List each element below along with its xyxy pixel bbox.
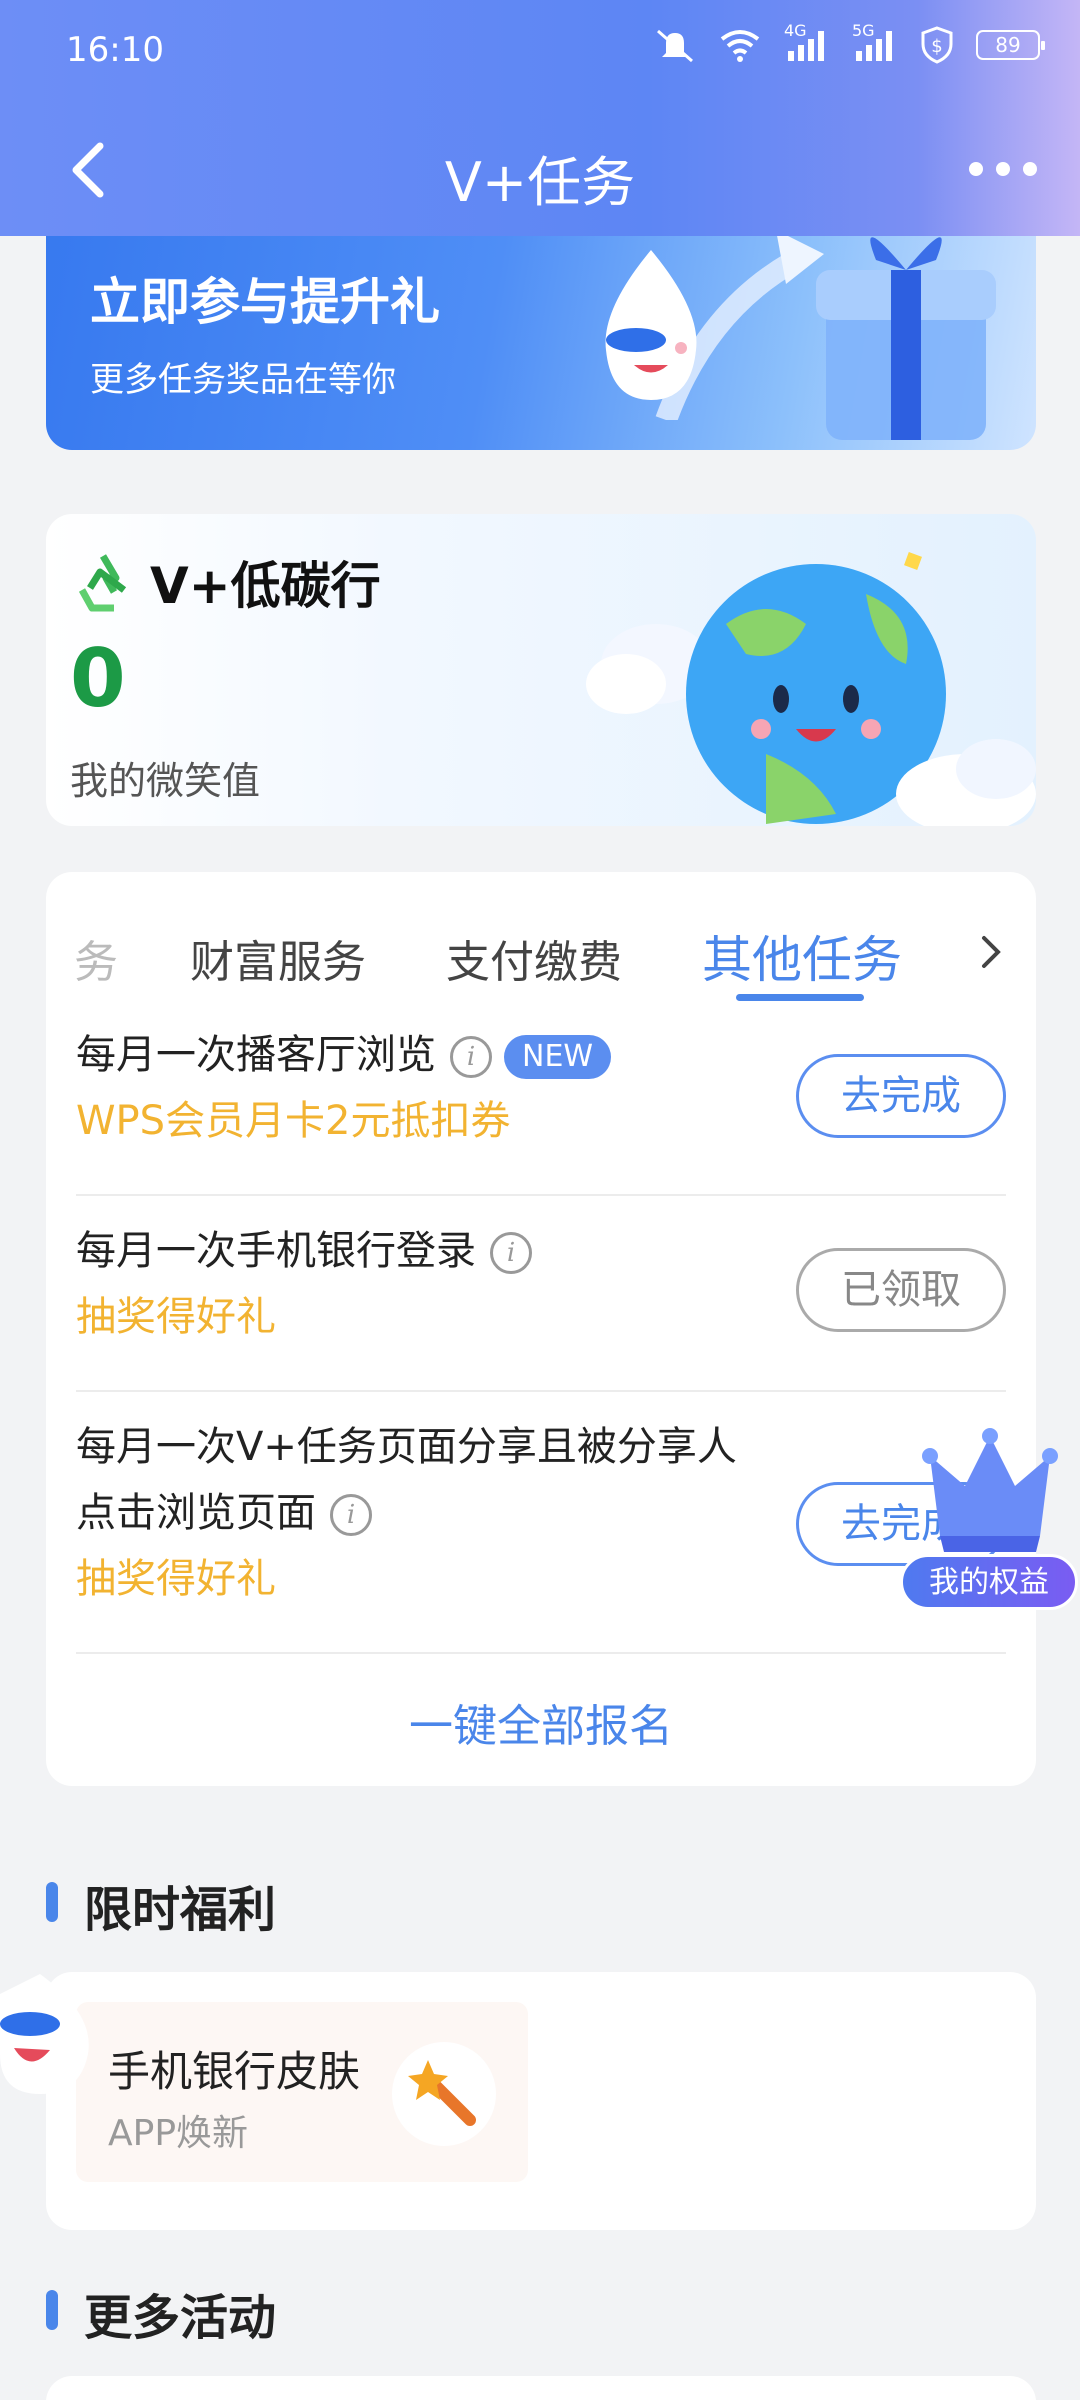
banner-title: 立即参与提升礼: [90, 273, 440, 331]
low-carbon-card[interactable]: V+低碳行 0 我的微笑值: [46, 514, 1036, 826]
tasks-card: 务 财富服务 支付缴费 其他任务 每月一次播客厅浏览 i NEW WPS会员月卡2元…: [46, 872, 1036, 1786]
security-shield-icon: $: [921, 26, 953, 64]
claimed-button[interactable]: 已领取: [796, 1248, 1006, 1332]
go-complete-button[interactable]: 去完成: [796, 1054, 1006, 1138]
more-options-icon[interactable]: [966, 154, 1040, 184]
tab-partial[interactable]: 务: [74, 926, 118, 990]
section-title-more: 更多活动: [46, 2278, 276, 2348]
sign-up-all-button[interactable]: 一键全部报名: [46, 1690, 1036, 1754]
task-name: 每月一次播客厅浏览: [76, 1032, 436, 1078]
divider: [76, 1194, 1006, 1196]
signal-4g-icon: 4G: [784, 21, 830, 63]
divider: [76, 1390, 1006, 1392]
promo-banner[interactable]: 立即参与提升礼 更多任务奖品在等你: [46, 200, 1036, 450]
status-time: 16:10: [66, 30, 164, 70]
page-title: V+任务: [444, 151, 636, 214]
chevron-right-icon[interactable]: [976, 932, 1006, 972]
task-item: 每月一次V+任务页面分享且被分享人 点击浏览页面 i 抽奖得好礼 去完成: [76, 1414, 1006, 1624]
info-icon[interactable]: i: [330, 1494, 372, 1536]
tab-payment[interactable]: 支付缴费: [446, 926, 622, 990]
magic-wand-icon: [392, 2042, 496, 2146]
nav-bar: V+任务: [0, 120, 1080, 220]
app-skin-item[interactable]: 手机银行皮肤 APP焕新: [76, 2002, 528, 2182]
my-rights-badge: 我的权益: [900, 1554, 1078, 1610]
mute-icon: [657, 29, 693, 63]
section-title-welfare: 限时福利: [46, 1870, 276, 1940]
crown-icon: [922, 1428, 1058, 1552]
my-rights-float[interactable]: 我的权益: [900, 1426, 1080, 1616]
task-name-line-1: 每月一次V+任务页面分享且被分享人: [76, 1424, 737, 1470]
tab-wealth-service[interactable]: 财富服务: [190, 926, 366, 990]
task-item: 每月一次手机银行登录 i 抽奖得好礼 已领取: [76, 1218, 1006, 1358]
new-badge: NEW: [504, 1035, 612, 1079]
task-item: 每月一次播客厅浏览 i NEW WPS会员月卡2元抵扣券 去完成: [76, 1022, 1006, 1162]
wifi-icon: [720, 30, 760, 62]
skin-subtitle: APP焕新: [108, 2113, 249, 2154]
battery-icon: 89: [976, 30, 1045, 60]
skin-title: 手机银行皮肤: [108, 2047, 361, 2096]
svg-text:$: $: [931, 36, 942, 57]
tab-other-tasks[interactable]: 其他任务: [702, 920, 902, 992]
active-tab-indicator: [736, 994, 864, 1001]
welfare-card: 手机银行皮肤 APP焕新: [46, 1972, 1036, 2230]
info-icon[interactable]: i: [490, 1232, 532, 1274]
banner-subtitle: 更多任务奖品在等你: [90, 360, 396, 400]
divider: [76, 1652, 1006, 1654]
carbon-title: V+低碳行: [150, 557, 381, 615]
mascot-icon: [605, 250, 697, 400]
more-activities-card: [46, 2376, 1036, 2400]
task-name: 每月一次手机银行登录: [76, 1228, 476, 1274]
smile-value: 0: [70, 632, 126, 725]
status-bar: 16:10 4G 5G $ 89: [66, 21, 1045, 76]
smile-value-label: 我的微笑值: [70, 759, 261, 803]
task-tabs: 务 财富服务 支付缴费 其他任务: [46, 872, 1036, 1022]
status-icons: 4G 5G $ 89: [654, 21, 1045, 64]
task-name-line-2: 点击浏览页面: [76, 1490, 316, 1536]
app-header: 16:10 4G 5G $ 89 V+任务: [0, 0, 1080, 236]
recycle-icon: [78, 554, 127, 612]
signal-5g-icon: 5G: [852, 21, 898, 63]
mascot-icon: [0, 1974, 89, 2094]
gift-box-icon: [816, 237, 996, 440]
info-icon[interactable]: i: [450, 1036, 492, 1078]
earth-mascot-icon: [586, 552, 1036, 826]
